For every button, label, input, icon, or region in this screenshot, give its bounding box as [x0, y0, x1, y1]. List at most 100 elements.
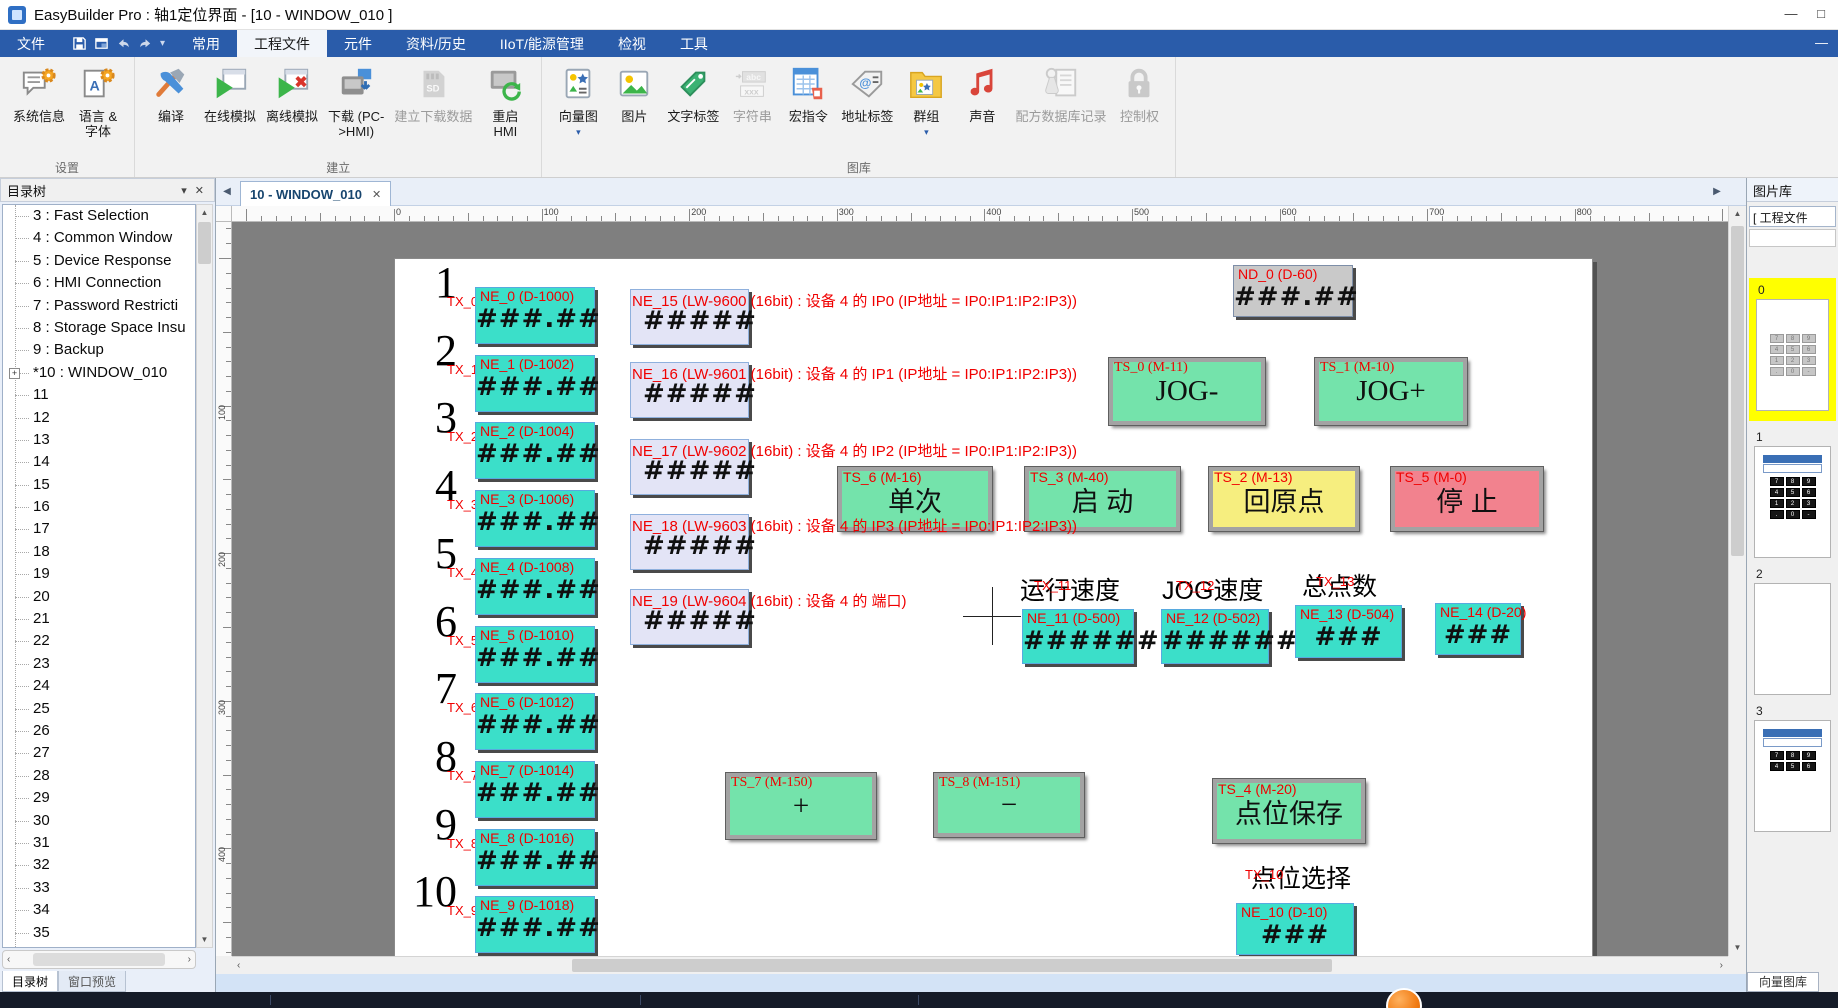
tree-item-34[interactable]: 34: [3, 899, 195, 921]
tree-horizontal-scrollbar[interactable]: ‹ ›: [2, 950, 196, 969]
ribbon-button-重启HMI[interactable]: 重启 HMI: [477, 62, 533, 140]
tree-item-*10[interactable]: *10 : WINDOW_010+: [3, 362, 195, 384]
numeric-entry-NE_5[interactable]: NE_5 (D-1010)###.##: [475, 626, 595, 683]
tab-vector-library[interactable]: 向量图库: [1747, 972, 1819, 992]
scroll-left-icon[interactable]: ‹: [232, 957, 245, 974]
scroll-left-icon[interactable]: ‹: [3, 951, 14, 968]
tree-item-36[interactable]: 36: [3, 944, 195, 948]
chevron-down-icon[interactable]: ▾: [924, 127, 929, 137]
tree-item-20[interactable]: 20: [3, 586, 195, 608]
menu-tab-工具[interactable]: 工具: [663, 30, 725, 57]
tree-item-28[interactable]: 28: [3, 765, 195, 787]
tree-item-30[interactable]: 30: [3, 810, 195, 832]
library-select[interactable]: [ 工程文件: [1749, 206, 1836, 227]
numeric-display-nd0[interactable]: ND_0 (D-60) ###.##: [1233, 265, 1353, 317]
tab-scroll-right-icon[interactable]: ▶: [1708, 183, 1726, 201]
canvas-horizontal-scrollbar[interactable]: ‹ ›: [232, 956, 1728, 974]
tab-scroll-left-icon[interactable]: ◀: [218, 183, 236, 201]
scroll-down-icon[interactable]: ▼: [197, 932, 212, 947]
tree-item-12[interactable]: 12: [3, 407, 195, 429]
tree-item-9[interactable]: 9 : Backup: [3, 339, 195, 361]
hmi-window-010[interactable]: TX_10 点位选择 ND_0 (D-60) ###.## NE_10 (D-1…: [394, 258, 1593, 956]
tree-item-29[interactable]: 29: [3, 787, 195, 809]
tree-item-5[interactable]: 5 : Device Response: [3, 250, 195, 272]
tree-item-8[interactable]: 8 : Storage Space Insu: [3, 317, 195, 339]
panel-dropdown-icon[interactable]: ▾: [177, 184, 191, 197]
tree-item-3[interactable]: 3 : Fast Selection: [3, 205, 195, 227]
tab-directory-tree[interactable]: 目录树: [2, 971, 58, 992]
scroll-right-icon[interactable]: ›: [184, 951, 195, 968]
tree-item-14[interactable]: 14: [3, 451, 195, 473]
touch-switch-TS_1[interactable]: JOG+TS_1 (M-10): [1315, 358, 1467, 425]
tree-item-13[interactable]: 13: [3, 429, 195, 451]
numeric-entry-NE_8[interactable]: NE_8 (D-1016)###.##: [475, 829, 595, 886]
ribbon-collapse-icon[interactable]: —: [1815, 30, 1828, 57]
tree-item-21[interactable]: 21: [3, 608, 195, 630]
tree-item-25[interactable]: 25: [3, 698, 195, 720]
panel-close-icon[interactable]: ✕: [191, 184, 208, 197]
document-tab[interactable]: 10 - WINDOW_010 ✕: [240, 181, 391, 206]
tree-item-27[interactable]: 27: [3, 742, 195, 764]
numeric-entry-NE_13[interactable]: NE_13 (D-504)###: [1295, 605, 1402, 658]
menu-tab-IIoT/能源管理[interactable]: IIoT/能源管理: [483, 30, 601, 57]
menu-tab-检视[interactable]: 检视: [601, 30, 663, 57]
tree-item-16[interactable]: 16: [3, 496, 195, 518]
numeric-entry-NE_2[interactable]: NE_2 (D-1004)###.##: [475, 422, 595, 479]
numeric-entry-NE_0[interactable]: NE_0 (D-1000)###.##: [475, 287, 595, 344]
scrollbar-thumb[interactable]: [198, 222, 211, 264]
qat-more-icon[interactable]: ▾: [160, 38, 165, 49]
ribbon-button-下载 (PC->HMI)[interactable]: 下载 (PC- >HMI): [323, 62, 389, 140]
scroll-down-icon[interactable]: ▼: [1729, 940, 1746, 956]
tree-item-23[interactable]: 23: [3, 653, 195, 675]
scroll-up-icon[interactable]: ▲: [1729, 206, 1746, 222]
tree-item-18[interactable]: 18: [3, 541, 195, 563]
touch-switch-TS_2[interactable]: 回原点TS_2 (M-13): [1209, 467, 1359, 531]
tree-item-24[interactable]: 24: [3, 675, 195, 697]
menu-file[interactable]: 文件: [0, 30, 62, 57]
ribbon-button-地址标签[interactable]: @地址标签: [836, 62, 898, 125]
scrollbar-thumb[interactable]: [1731, 226, 1744, 556]
numeric-entry-NE_11[interactable]: NE_11 (D-500)######: [1022, 609, 1134, 664]
numeric-entry-NE_4[interactable]: NE_4 (D-1008)###.##: [475, 558, 595, 615]
minimize-button[interactable]: —: [1778, 4, 1804, 24]
ribbon-button-系统信息[interactable]: 系统信息: [8, 62, 70, 125]
tree-item-7[interactable]: 7 : Password Restricti: [3, 295, 195, 317]
tab-close-icon[interactable]: ✕: [372, 188, 381, 201]
ribbon-button-文字标签[interactable]: 文字标签: [662, 62, 724, 125]
scrollbar-thumb[interactable]: [572, 959, 1332, 972]
ribbon-button-宏指令[interactable]: 宏指令: [780, 62, 836, 125]
library-search-input[interactable]: [1749, 229, 1836, 247]
ribbon-button-语言 &字体[interactable]: A语言 & 字体: [70, 62, 126, 140]
tree-item-33[interactable]: 33: [3, 877, 195, 899]
tree-item-6[interactable]: 6 : HMI Connection: [3, 272, 195, 294]
save-icon[interactable]: [72, 36, 87, 51]
ribbon-button-向量图[interactable]: 向量图▾: [550, 62, 606, 137]
tree-item-32[interactable]: 32: [3, 854, 195, 876]
tree-item-19[interactable]: 19: [3, 563, 195, 585]
ribbon-button-离线模拟[interactable]: 离线模拟: [261, 62, 323, 125]
ribbon-button-图片[interactable]: 图片: [606, 62, 662, 125]
ribbon-button-在线模拟[interactable]: 在线模拟: [199, 62, 261, 125]
undo-icon[interactable]: [116, 36, 131, 51]
numeric-entry-NE_6[interactable]: NE_6 (D-1012)###.##: [475, 693, 595, 750]
menu-tab-工程文件[interactable]: 工程文件: [237, 30, 327, 57]
ribbon-button-编译[interactable]: 编译: [143, 62, 199, 125]
tree-vertical-scrollbar[interactable]: ▲ ▼: [196, 204, 213, 948]
numeric-entry-ne10[interactable]: NE_10 (D-10) ###: [1236, 903, 1354, 955]
numeric-entry-NE_1[interactable]: NE_1 (D-1002)###.##: [475, 355, 595, 412]
picture-item-1[interactable]: 1789456123.0-: [1749, 429, 1836, 558]
ribbon-button-声音[interactable]: 声音: [954, 62, 1010, 125]
numeric-entry-NE_12[interactable]: NE_12 (D-502)######: [1161, 609, 1269, 664]
menu-tab-常用[interactable]: 常用: [175, 30, 237, 57]
tree-item-15[interactable]: 15: [3, 474, 195, 496]
tree-item-35[interactable]: 35: [3, 922, 195, 944]
numeric-entry-NE_3[interactable]: NE_3 (D-1006)###.##: [475, 490, 595, 547]
menu-tab-元件[interactable]: 元件: [327, 30, 389, 57]
tree-item-22[interactable]: 22: [3, 630, 195, 652]
numeric-entry-NE_9[interactable]: NE_9 (D-1018)###.##: [475, 896, 595, 953]
scrollbar-thumb[interactable]: [33, 953, 165, 966]
canvas-vertical-scrollbar[interactable]: ▲ ▼: [1728, 206, 1746, 956]
scroll-up-icon[interactable]: ▲: [197, 205, 212, 220]
tree-item-31[interactable]: 31: [3, 832, 195, 854]
picture-item-2[interactable]: 2: [1749, 566, 1836, 695]
